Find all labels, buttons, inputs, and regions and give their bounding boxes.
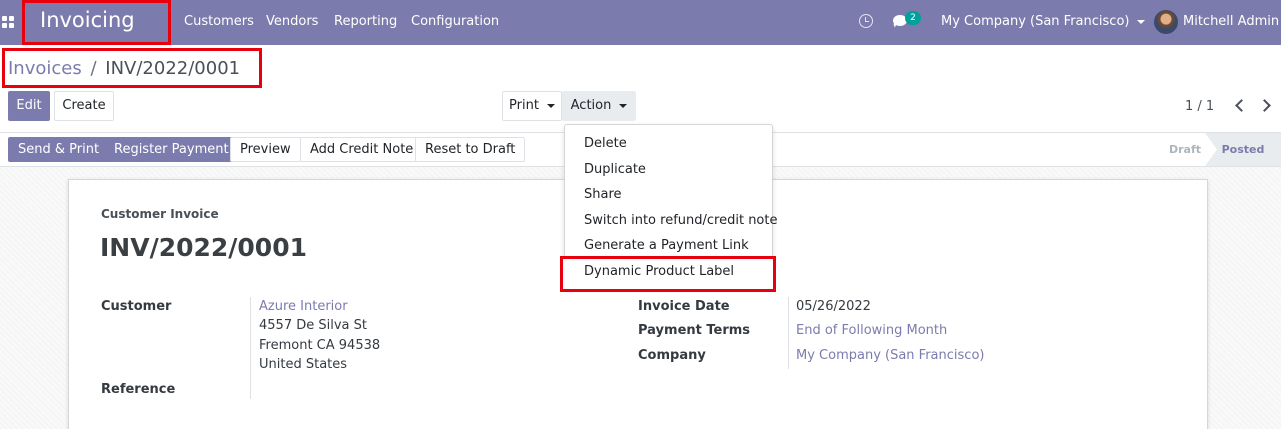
pager-next-icon[interactable] — [1258, 99, 1271, 112]
print-label: Print — [509, 98, 539, 113]
register-payment-button[interactable]: Register Payment — [104, 137, 239, 162]
menu-configuration[interactable]: Configuration — [411, 14, 499, 29]
pager-previous-icon[interactable] — [1235, 99, 1248, 112]
customer-address-line3: United States — [259, 357, 348, 372]
invoice-date-label: Invoice Date — [638, 299, 730, 314]
top-navbar: Invoicing Customers Vendors Reporting Co… — [0, 0, 1281, 45]
activity-clock-icon[interactable] — [859, 14, 873, 28]
company-name: My Company (San Francisco) — [941, 14, 1130, 29]
menu-reporting[interactable]: Reporting — [334, 14, 397, 29]
print-button[interactable]: Print — [502, 91, 562, 121]
avatar[interactable] — [1154, 10, 1178, 34]
menu-item-payment-link[interactable]: Generate a Payment Link — [584, 238, 749, 253]
apps-menu-icon[interactable] — [2, 16, 14, 28]
chevron-down-icon — [619, 103, 628, 108]
action-label: Action — [570, 98, 612, 113]
payment-terms-label: Payment Terms — [638, 323, 751, 338]
message-count-badge: 2 — [905, 11, 921, 25]
create-button[interactable]: Create — [54, 91, 114, 121]
preview-button[interactable]: Preview — [230, 137, 301, 162]
action-button[interactable]: Action — [562, 91, 636, 121]
invoice-number: INV/2022/0001 — [100, 233, 307, 262]
highlight-box-app-title — [22, 0, 171, 45]
company-switcher[interactable]: My Company (San Francisco) — [941, 14, 1146, 29]
payment-terms-link[interactable]: End of Following Month — [796, 323, 947, 338]
menu-item-share[interactable]: Share — [584, 187, 622, 202]
edit-button[interactable]: Edit — [8, 91, 50, 121]
chevron-down-icon — [546, 103, 555, 108]
menu-item-dynamic-product-label[interactable]: Dynamic Product Label — [584, 264, 734, 279]
stage-draft[interactable]: Draft — [1157, 133, 1213, 166]
reset-to-draft-button[interactable]: Reset to Draft — [415, 137, 526, 162]
chevron-down-icon — [1137, 19, 1146, 24]
company-link[interactable]: My Company (San Francisco) — [796, 348, 984, 363]
menu-item-switch-refund[interactable]: Switch into refund/credit note — [584, 213, 777, 228]
customer-link[interactable]: Azure Interior — [259, 299, 348, 314]
highlight-box-breadcrumb — [2, 48, 262, 88]
customer-address-line1: 4557 De Silva St — [259, 318, 367, 333]
menu-vendors[interactable]: Vendors — [266, 14, 318, 29]
invoice-type-label: Customer Invoice — [101, 207, 219, 221]
pager-counter: 1 / 1 — [1185, 99, 1215, 114]
add-credit-note-button[interactable]: Add Credit Note — [300, 137, 424, 162]
reference-label: Reference — [101, 382, 176, 397]
customer-address-line2: Fremont CA 94538 — [259, 338, 381, 353]
customer-label: Customer — [101, 299, 172, 314]
send-and-print-button[interactable]: Send & Print — [8, 137, 110, 162]
user-menu[interactable]: Mitchell Admin — [1183, 14, 1279, 29]
company-label: Company — [638, 348, 706, 363]
field-divider — [250, 297, 251, 399]
invoice-date-value: 05/26/2022 — [796, 299, 871, 314]
field-divider — [788, 297, 789, 369]
menu-item-duplicate[interactable]: Duplicate — [584, 162, 646, 177]
menu-item-delete[interactable]: Delete — [584, 136, 627, 151]
menu-customers[interactable]: Customers — [184, 14, 254, 29]
